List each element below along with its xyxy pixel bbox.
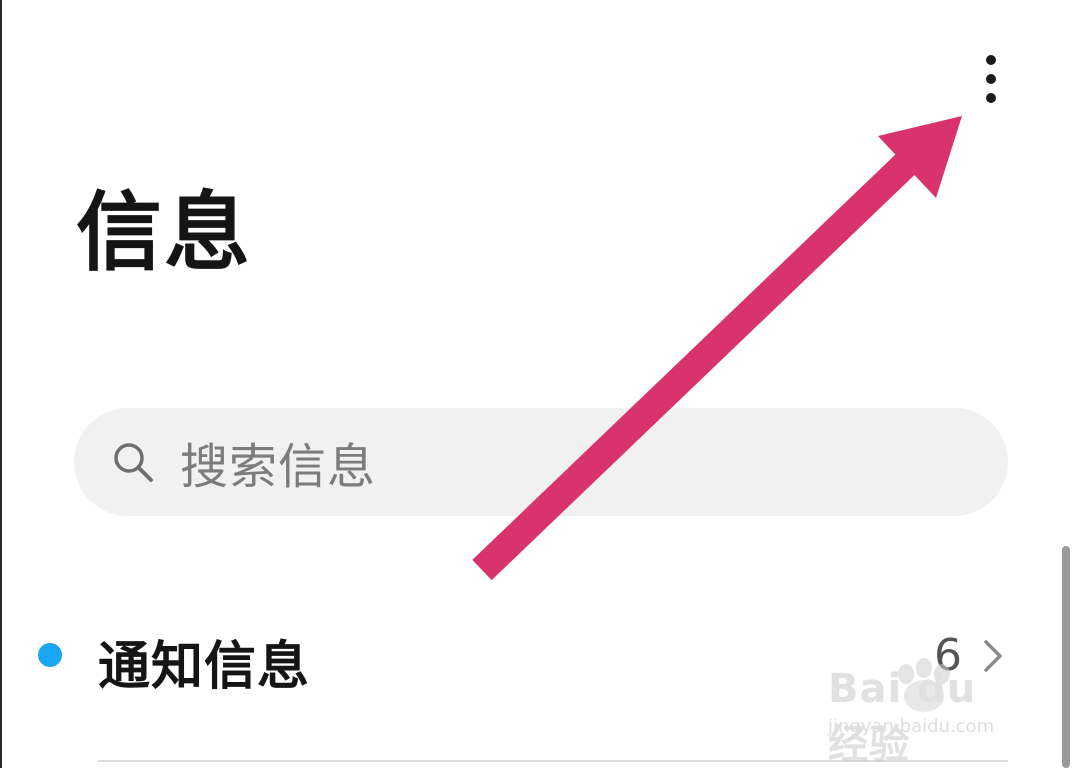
watermark-logo: Bai du 经验 jingyan.baidu.com (820, 652, 1030, 768)
conversation-label: 通知信息 (98, 637, 311, 697)
scrollbar[interactable] (1062, 546, 1070, 768)
search-icon (110, 439, 156, 485)
more-vertical-icon-dot (986, 55, 996, 65)
more-vertical-icon-dot (986, 74, 996, 84)
page-title: 信息 (76, 183, 252, 283)
unread-indicator (38, 643, 62, 667)
more-options-button[interactable] (966, 44, 1016, 114)
search-placeholder: 搜索信息 (180, 439, 377, 495)
search-input[interactable]: 搜索信息 (74, 408, 1008, 516)
more-vertical-icon-dot (986, 93, 996, 103)
watermark-url: jingyan.baidu.com (828, 716, 995, 737)
messages-screen: 信息 搜索信息 通知信息 6 Bai du 经验 jingyan.baidu.c… (0, 0, 1080, 768)
